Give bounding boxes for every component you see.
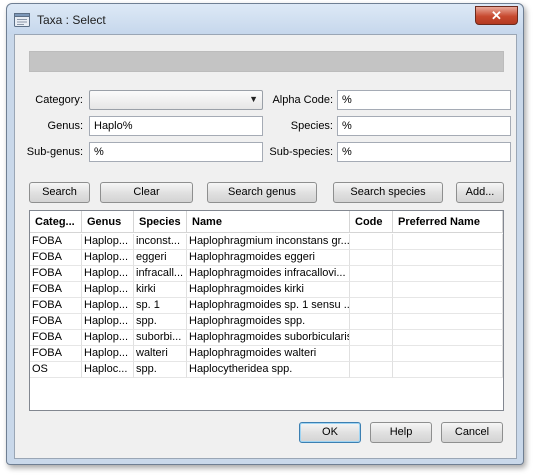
alpha-code-field[interactable]: %	[337, 90, 511, 110]
cell-genus: Haplop...	[82, 266, 134, 282]
cell-category: FOBA	[30, 330, 82, 346]
cell-name: Haplocytheridea spp.	[187, 362, 350, 378]
table-row[interactable]: FOBA Haplop... kirki Haplophragmoides ki…	[30, 282, 503, 298]
column-header-name[interactable]: Name	[187, 211, 350, 233]
cell-species: infracall...	[134, 266, 187, 282]
cell-code	[350, 330, 393, 346]
subspecies-label: Sub-species:	[269, 146, 333, 158]
app-icon	[14, 13, 30, 27]
cell-species: eggeri	[134, 250, 187, 266]
category-select[interactable]: ▼	[89, 90, 263, 110]
cell-code	[350, 234, 393, 250]
table-row[interactable]: FOBA Haplop... sp. 1 Haplophragmoides sp…	[30, 298, 503, 314]
progress-bar	[29, 51, 504, 72]
cell-category: FOBA	[30, 266, 82, 282]
cell-category: OS	[30, 362, 82, 378]
search-button[interactable]: Search	[29, 182, 90, 203]
cell-species: inconst...	[134, 234, 187, 250]
cell-code	[350, 362, 393, 378]
species-label: Species:	[290, 120, 333, 132]
cell-name: Haplophragmoides kirki	[187, 282, 350, 298]
search-genus-button[interactable]: Search genus	[207, 182, 317, 203]
cell-name: Haplophragmoides walteri	[187, 346, 350, 362]
cell-preferred-name	[393, 250, 503, 266]
title-bar[interactable]: Taxa : Select ✕	[7, 4, 523, 34]
cell-category: FOBA	[30, 298, 82, 314]
cell-name: Haplophragmoides sp. 1 sensu ...	[187, 298, 350, 314]
species-field[interactable]: %	[337, 116, 511, 136]
column-header-preferred-name[interactable]: Preferred Name	[393, 211, 503, 233]
cell-code	[350, 314, 393, 330]
cell-genus: Haplop...	[82, 314, 134, 330]
table-row[interactable]: FOBA Haplop... infracall... Haplophragmo…	[30, 266, 503, 282]
cell-name: Haplophragmoides eggeri	[187, 250, 350, 266]
table-row[interactable]: FOBA Haplop... spp. Haplophragmoides spp…	[30, 314, 503, 330]
close-icon[interactable]: ✕	[475, 6, 518, 25]
cell-species: kirki	[134, 282, 187, 298]
table-row[interactable]: OS Haploc... spp. Haplocytheridea spp.	[30, 362, 503, 378]
cell-genus: Haplop...	[82, 282, 134, 298]
column-header-category[interactable]: Categ...	[30, 211, 82, 233]
cell-name: Haplophragmoides spp.	[187, 314, 350, 330]
cell-preferred-name	[393, 346, 503, 362]
cell-preferred-name	[393, 330, 503, 346]
cell-code	[350, 298, 393, 314]
cell-species: spp.	[134, 314, 187, 330]
cell-code	[350, 250, 393, 266]
cell-category: FOBA	[30, 314, 82, 330]
add-button[interactable]: Add...	[456, 182, 504, 203]
table-row[interactable]: FOBA Haplop... walteri Haplophragmoides …	[30, 346, 503, 362]
cell-preferred-name	[393, 266, 503, 282]
dialog-window: Taxa : Select ✕ Category: ▼ Alpha Code: …	[6, 3, 524, 465]
cell-species: walteri	[134, 346, 187, 362]
table-row[interactable]: FOBA Haplop... suborbi... Haplophragmoid…	[30, 330, 503, 346]
cell-category: FOBA	[30, 346, 82, 362]
cell-species: sp. 1	[134, 298, 187, 314]
cell-category: FOBA	[30, 234, 82, 250]
subgenus-label: Sub-genus:	[26, 146, 83, 158]
genus-field[interactable]: Haplo%	[89, 116, 263, 136]
table-row[interactable]: FOBA Haplop... eggeri Haplophragmoides e…	[30, 250, 503, 266]
search-species-button[interactable]: Search species	[333, 182, 443, 203]
cell-species: suborbi...	[134, 330, 187, 346]
cell-preferred-name	[393, 234, 503, 250]
cell-genus: Haplop...	[82, 234, 134, 250]
cell-code	[350, 346, 393, 362]
cell-preferred-name	[393, 282, 503, 298]
cell-name: Haplophragmium inconstans gr...	[187, 234, 350, 250]
column-header-code[interactable]: Code	[350, 211, 393, 233]
cell-preferred-name	[393, 362, 503, 378]
cell-genus: Haploc...	[82, 362, 134, 378]
cell-name: Haplophragmoides infracallovi...	[187, 266, 350, 282]
results-table[interactable]: Categ... Genus Species Name Code Preferr…	[29, 210, 504, 411]
help-button[interactable]: Help	[370, 422, 432, 443]
cell-preferred-name	[393, 314, 503, 330]
ok-button[interactable]: OK	[299, 422, 361, 443]
window-title: Taxa : Select	[37, 13, 106, 27]
cell-genus: Haplop...	[82, 298, 134, 314]
cell-preferred-name	[393, 298, 503, 314]
cell-genus: Haplop...	[82, 346, 134, 362]
clear-button[interactable]: Clear	[100, 182, 193, 203]
cell-genus: Haplop...	[82, 250, 134, 266]
alpha-code-label: Alpha Code:	[272, 94, 333, 106]
cell-name: Haplophragmoides suborbicularis	[187, 330, 350, 346]
category-label: Category:	[35, 94, 83, 106]
cell-species: spp.	[134, 362, 187, 378]
cell-code	[350, 266, 393, 282]
cell-category: FOBA	[30, 282, 82, 298]
column-header-genus[interactable]: Genus	[82, 211, 134, 233]
subgenus-field[interactable]: %	[89, 142, 263, 162]
column-header-species[interactable]: Species	[134, 211, 187, 233]
cell-category: FOBA	[30, 250, 82, 266]
genus-label: Genus:	[47, 120, 83, 132]
cancel-button[interactable]: Cancel	[441, 422, 503, 443]
chevron-down-icon: ▼	[249, 94, 258, 104]
cell-genus: Haplop...	[82, 330, 134, 346]
table-row[interactable]: FOBA Haplop... inconst... Haplophragmium…	[30, 234, 503, 250]
cell-code	[350, 282, 393, 298]
table-header: Categ... Genus Species Name Code Preferr…	[30, 211, 503, 233]
dialog-content: Category: ▼ Alpha Code: % Genus: Haplo% …	[14, 34, 517, 459]
subspecies-field[interactable]: %	[337, 142, 511, 162]
